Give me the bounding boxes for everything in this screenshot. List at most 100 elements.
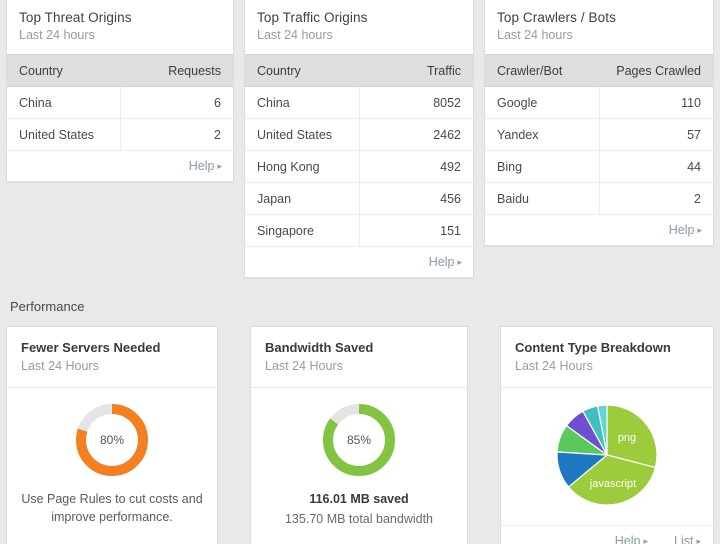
threat-origins-table: Country Requests China 6 United States 2 bbox=[7, 54, 233, 151]
card-top-crawlers-bots: Top Crawlers / Bots Last 24 hours Crawle… bbox=[484, 0, 714, 246]
card-header: Fewer Servers Needed Last 24 Hours bbox=[7, 327, 217, 388]
card-body: 80% Use Page Rules to cut costs and impr… bbox=[7, 388, 217, 526]
card-subtitle: Last 24 Hours bbox=[265, 358, 453, 375]
card-footer: Help▸ List▸ bbox=[501, 525, 713, 544]
cell-requests: 6 bbox=[120, 87, 233, 119]
section-label-performance: Performance bbox=[10, 299, 84, 314]
table-row: Hong Kong 492 bbox=[245, 151, 473, 183]
card-title: Bandwidth Saved bbox=[265, 339, 453, 356]
cell-crawler: Baidu bbox=[485, 183, 599, 215]
cell-traffic: 2462 bbox=[359, 119, 473, 151]
card-header: Top Traffic Origins Last 24 hours bbox=[245, 0, 473, 54]
card-header: Bandwidth Saved Last 24 Hours bbox=[251, 327, 467, 388]
table-row: Singapore 151 bbox=[245, 215, 473, 247]
card-bandwidth-saved: Bandwidth Saved Last 24 Hours 85% 116.01… bbox=[250, 326, 468, 544]
table-header-row: Crawler/Bot Pages Crawled bbox=[485, 55, 713, 87]
cell-crawler: Yandex bbox=[485, 119, 599, 151]
card-subtitle: Last 24 hours bbox=[19, 27, 221, 44]
cell-requests: 2 bbox=[120, 119, 233, 151]
pie-label-javascript: javascript bbox=[589, 478, 636, 490]
table-header-row: Country Traffic bbox=[245, 55, 473, 87]
card-header: Content Type Breakdown Last 24 Hours bbox=[501, 327, 713, 388]
table-row: United States 2462 bbox=[245, 119, 473, 151]
cell-traffic: 492 bbox=[359, 151, 473, 183]
card-header: Top Crawlers / Bots Last 24 hours bbox=[485, 0, 713, 54]
bandwidth-total-value: 135.70 MB total bandwidth bbox=[285, 510, 433, 528]
list-link[interactable]: List▸ bbox=[674, 534, 701, 544]
card-top-threat-origins: Top Threat Origins Last 24 hours Country… bbox=[6, 0, 234, 182]
cell-crawler: Google bbox=[485, 87, 599, 119]
table-row: Yandex 57 bbox=[485, 119, 713, 151]
chevron-right-icon: ▸ bbox=[457, 257, 462, 267]
crawlers-table: Crawler/Bot Pages Crawled Google 110 Yan… bbox=[485, 54, 713, 215]
column-header-traffic: Traffic bbox=[359, 55, 473, 87]
table-row: Baidu 2 bbox=[485, 183, 713, 215]
cell-country: Singapore bbox=[245, 215, 359, 247]
column-header-crawler: Crawler/Bot bbox=[485, 55, 599, 87]
cell-country: China bbox=[7, 87, 120, 119]
column-header-country: Country bbox=[245, 55, 359, 87]
cell-traffic: 456 bbox=[359, 183, 473, 215]
help-link-label: Help bbox=[429, 255, 455, 269]
column-header-requests: Requests bbox=[120, 55, 233, 87]
card-header: Top Threat Origins Last 24 hours bbox=[7, 0, 233, 54]
cell-crawler: Bing bbox=[485, 151, 599, 183]
servers-caption: Use Page Rules to cut costs and improve … bbox=[7, 490, 217, 526]
cell-pages: 110 bbox=[599, 87, 713, 119]
card-subtitle: Last 24 Hours bbox=[21, 358, 203, 375]
dashboard-page: Top Threat Origins Last 24 hours Country… bbox=[0, 0, 720, 544]
help-link[interactable]: Help▸ bbox=[189, 159, 222, 173]
cell-country: Hong Kong bbox=[245, 151, 359, 183]
table-row: Bing 44 bbox=[485, 151, 713, 183]
traffic-origins-table: Country Traffic China 8052 United States… bbox=[245, 54, 473, 247]
donut-percent-label: 85% bbox=[320, 401, 398, 479]
cell-country: China bbox=[245, 87, 359, 119]
help-link-label: Help bbox=[615, 534, 641, 544]
card-title: Top Traffic Origins bbox=[257, 9, 461, 26]
chevron-right-icon: ▸ bbox=[696, 536, 701, 544]
card-title: Top Crawlers / Bots bbox=[497, 9, 701, 26]
cell-country: United States bbox=[7, 119, 120, 151]
table-header-row: Country Requests bbox=[7, 55, 233, 87]
chevron-right-icon: ▸ bbox=[217, 161, 222, 171]
help-link-label: Help bbox=[669, 223, 695, 237]
card-body: png javascript bbox=[501, 390, 713, 507]
help-link[interactable]: Help▸ bbox=[669, 223, 702, 237]
table-row: United States 2 bbox=[7, 119, 233, 151]
help-link[interactable]: Help▸ bbox=[429, 255, 462, 269]
chevron-right-icon: ▸ bbox=[643, 536, 648, 544]
card-subtitle: Last 24 Hours bbox=[515, 358, 699, 375]
card-title: Top Threat Origins bbox=[19, 9, 221, 26]
servers-donut-chart: 80% bbox=[73, 401, 151, 479]
table-row: China 6 bbox=[7, 87, 233, 119]
help-link[interactable]: Help▸ bbox=[615, 534, 648, 544]
column-header-pages-crawled: Pages Crawled bbox=[599, 55, 713, 87]
cell-pages: 57 bbox=[599, 119, 713, 151]
list-link-label: List bbox=[674, 534, 693, 544]
card-footer: Help▸ bbox=[7, 151, 233, 181]
pie-label-png: png bbox=[618, 432, 636, 444]
table-row: China 8052 bbox=[245, 87, 473, 119]
cell-country: Japan bbox=[245, 183, 359, 215]
cell-pages: 2 bbox=[599, 183, 713, 215]
help-link-label: Help bbox=[189, 159, 215, 173]
card-fewer-servers-needed: Fewer Servers Needed Last 24 Hours 80% U… bbox=[6, 326, 218, 544]
chevron-right-icon: ▸ bbox=[697, 225, 702, 235]
bandwidth-saved-value: 116.01 MB saved bbox=[309, 490, 408, 508]
card-top-traffic-origins: Top Traffic Origins Last 24 hours Countr… bbox=[244, 0, 474, 278]
card-body: 85% 116.01 MB saved 135.70 MB total band… bbox=[251, 388, 467, 528]
cell-country: United States bbox=[245, 119, 359, 151]
card-title: Content Type Breakdown bbox=[515, 339, 699, 356]
content-type-pie-chart: png javascript bbox=[555, 403, 659, 507]
cell-traffic: 151 bbox=[359, 215, 473, 247]
donut-percent-label: 80% bbox=[73, 401, 151, 479]
cell-traffic: 8052 bbox=[359, 87, 473, 119]
bandwidth-donut-chart: 85% bbox=[320, 401, 398, 479]
card-title: Fewer Servers Needed bbox=[21, 339, 203, 356]
card-content-type-breakdown: Content Type Breakdown Last 24 Hours bbox=[500, 326, 714, 544]
cell-pages: 44 bbox=[599, 151, 713, 183]
card-subtitle: Last 24 hours bbox=[497, 27, 701, 44]
card-footer: Help▸ bbox=[485, 215, 713, 245]
table-row: Japan 456 bbox=[245, 183, 473, 215]
column-header-country: Country bbox=[7, 55, 120, 87]
